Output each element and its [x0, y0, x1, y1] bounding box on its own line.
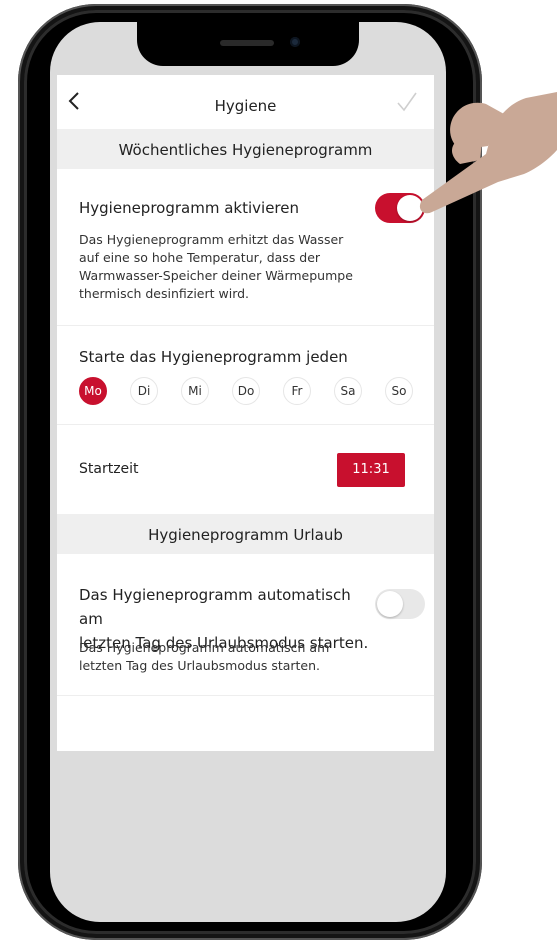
- day-do[interactable]: Do: [232, 377, 260, 405]
- activate-label: Hygieneprogramm aktivieren: [79, 199, 299, 217]
- description-line: letzten Tag des Urlaubsmodus starten.: [79, 658, 321, 673]
- day-sa[interactable]: Sa: [334, 377, 362, 405]
- divider: [57, 695, 434, 696]
- description-line: Warmwasser-Speicher deiner Wärmepumpe: [79, 268, 353, 283]
- page-title: Hygiene: [214, 97, 277, 115]
- days-label: Starte das Hygieneprogramm jeden: [79, 348, 348, 366]
- front-camera: [290, 37, 300, 47]
- day-mi[interactable]: Mi: [181, 377, 209, 405]
- day-so[interactable]: So: [385, 377, 413, 405]
- vacation-label-line: Das Hygieneprogramm automatisch am: [79, 586, 351, 628]
- activate-description: Das Hygieneprogramm erhitzt das Wasser a…: [79, 231, 379, 303]
- description-line: Das Hygieneprogramm automatisch am: [79, 640, 330, 655]
- day-mo[interactable]: Mo: [79, 377, 107, 405]
- speaker-grille: [220, 40, 274, 46]
- toggle-knob: [377, 591, 403, 617]
- starttime-label: Startzeit: [79, 461, 139, 477]
- starttime-button[interactable]: 11:31: [337, 453, 405, 487]
- chevron-left-icon[interactable]: [63, 89, 87, 113]
- vacation-description: Das Hygieneprogramm automatisch am letzt…: [79, 639, 369, 675]
- day-di[interactable]: Di: [130, 377, 158, 405]
- weekday-selector: Mo Di Mi Do Fr Sa So: [79, 377, 419, 405]
- description-line: Das Hygieneprogramm erhitzt das Wasser: [79, 232, 344, 247]
- vacation-toggle[interactable]: [375, 589, 425, 619]
- section-header-vacation: Hygieneprogramm Urlaub: [57, 514, 434, 554]
- description-line: thermisch desinfiziert wird.: [79, 286, 250, 301]
- navigation-bar: Hygiene: [57, 75, 434, 129]
- description-line: auf eine so hohe Temperatur, dass der: [79, 250, 321, 265]
- divider: [57, 424, 434, 425]
- pointing-hand-icon: [419, 92, 557, 214]
- day-fr[interactable]: Fr: [283, 377, 311, 405]
- divider: [57, 325, 434, 326]
- section-header-weekly: Wöchentliches Hygieneprogramm: [57, 129, 434, 169]
- app-screen: Hygiene Wöchentliches Hygieneprogramm Hy…: [57, 75, 434, 751]
